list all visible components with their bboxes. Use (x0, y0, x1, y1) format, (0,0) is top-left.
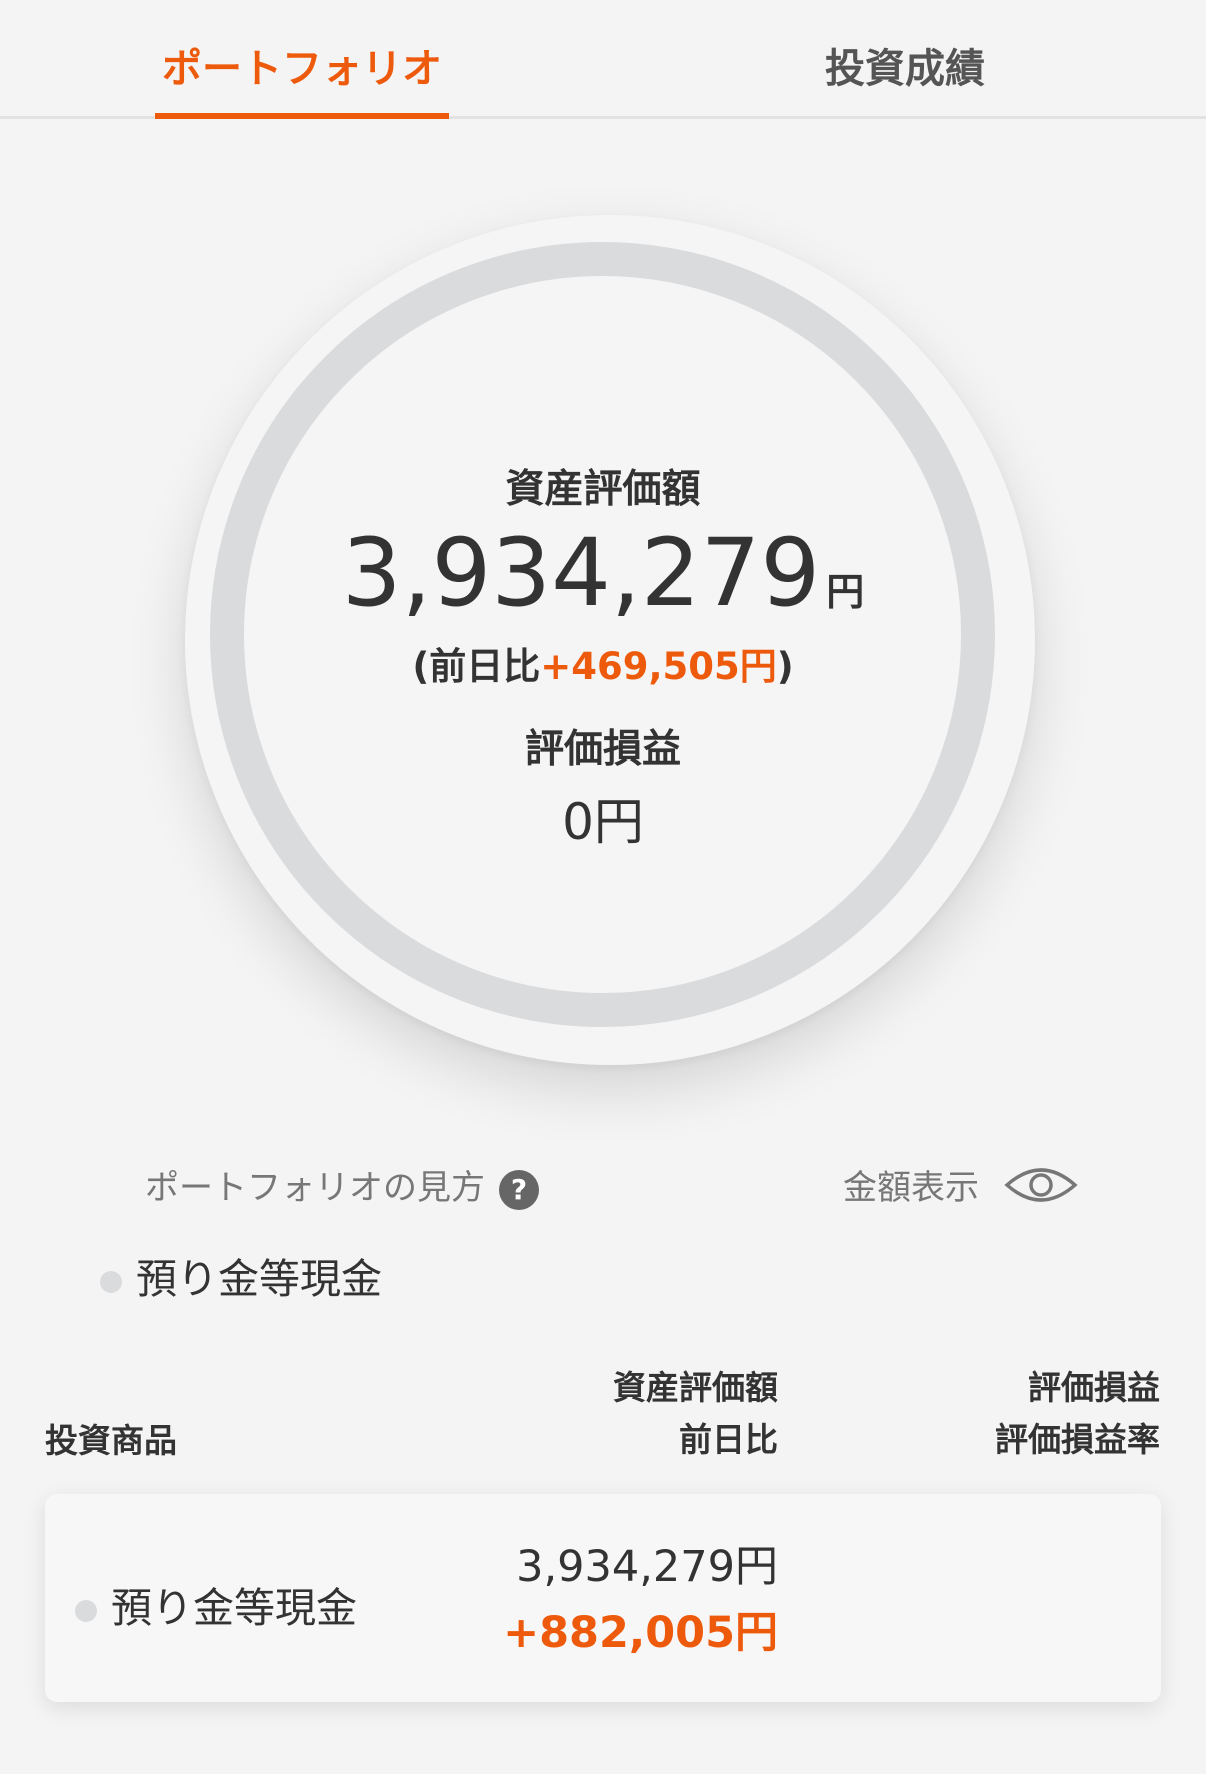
eye-icon[interactable] (1004, 1163, 1078, 1216)
table-row[interactable]: 預り金等現金 3,934,279円 +882,005円 (45, 1494, 1161, 1702)
row-product-name: 預り金等現金 (111, 1584, 357, 1632)
header-product: 投資商品 (45, 1421, 177, 1460)
day-change-value: +469,505円 (540, 645, 777, 688)
row-dot (75, 1600, 97, 1622)
tab-portfolio[interactable]: ポートフォリオ (155, 36, 449, 119)
total-label: 資産評価額 (505, 467, 701, 512)
amount-display-label: 金額表示 (843, 1168, 979, 1208)
header-eval-line2: 前日比 (679, 1420, 778, 1459)
header-eval: 資産評価額 前日比 (613, 1362, 778, 1466)
day-change-prefix: (前日比 (412, 645, 541, 688)
tab-performance[interactable]: 投資成績 (800, 36, 1010, 116)
row-change-value: +882,005円 (503, 1608, 778, 1658)
row-eval-cell: 3,934,279円 +882,005円 (503, 1534, 778, 1666)
row-product: 預り金等現金 (75, 1574, 357, 1634)
header-pl-line2: 評価損益率 (995, 1420, 1160, 1459)
howto-label: ポートフォリオの見方 (145, 1168, 485, 1208)
total-value: 3,934,279 円 (0, 524, 1206, 642)
legend-label: 預り金等現金 (136, 1255, 382, 1303)
question-circle-icon[interactable]: ? (499, 1169, 539, 1210)
pl-label: 評価損益 (524, 727, 681, 772)
row-eval-value: 3,934,279円 (516, 1542, 778, 1592)
portfolio-howto-link[interactable]: ポートフォリオの見方? (145, 1160, 539, 1210)
amount-display-toggle[interactable]: 金額表示 (843, 1160, 1078, 1216)
day-change-suffix: ) (776, 645, 794, 688)
total-amount: 3,934,279 (341, 519, 821, 628)
tab-bar: ポートフォリオ 投資成績 (0, 0, 1206, 119)
pl-value: 0円 (562, 793, 644, 851)
total-unit: 円 (826, 570, 865, 614)
header-pl-line1: 評価損益 (1028, 1368, 1160, 1407)
day-change: (前日比+469,505円) (0, 636, 1206, 690)
header-pl: 評価損益 評価損益率 (995, 1362, 1160, 1466)
header-eval-line1: 資産評価額 (613, 1368, 778, 1407)
legend-dot (100, 1271, 122, 1293)
legend-item: 預り金等現金 (100, 1245, 382, 1305)
